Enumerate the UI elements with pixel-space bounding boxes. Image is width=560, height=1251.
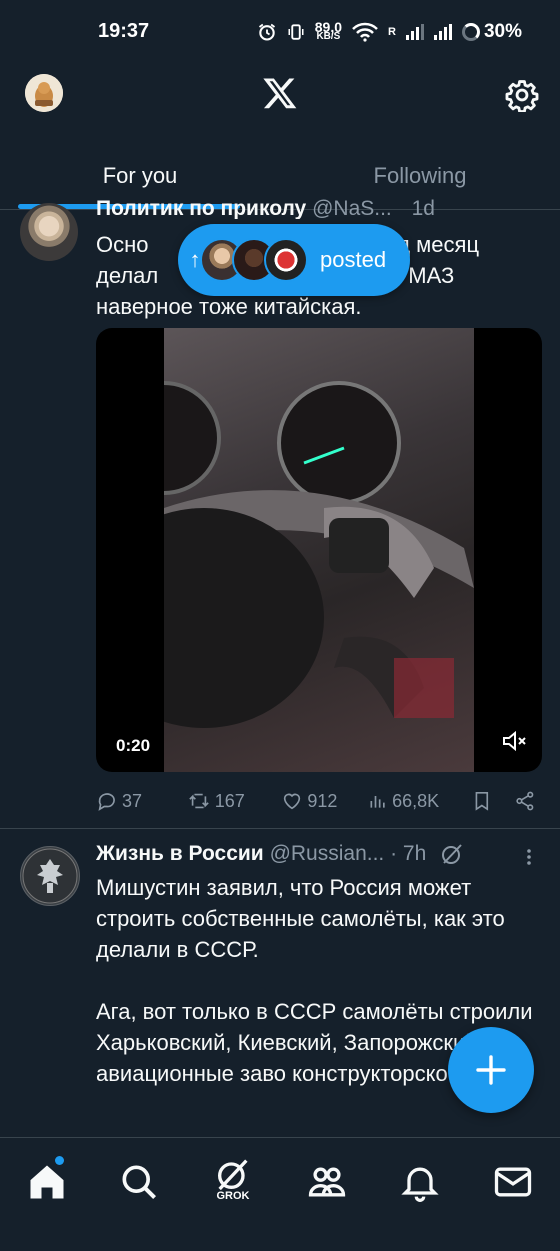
tweet-time[interactable]: · 7h (390, 842, 426, 865)
tweet-author-handle[interactable]: @Russian... (270, 842, 385, 865)
profile-avatar[interactable] (25, 74, 63, 112)
tweet-author-avatar[interactable] (20, 203, 78, 261)
x-logo-icon[interactable] (262, 75, 298, 111)
views-count: 66,8K (392, 790, 440, 811)
tweet-actions: 37 167 912 66,8K (96, 786, 536, 816)
tweet-author-handle[interactable]: @NaS... (312, 197, 392, 219)
roaming-indicator: R (388, 26, 396, 38)
wifi-icon (352, 22, 378, 42)
battery-icon (461, 23, 480, 41)
vibrate-icon (288, 24, 304, 40)
status-time: 19:37 (98, 20, 150, 42)
network-speed: 89,0 KB/S (315, 20, 342, 42)
nav-notifications[interactable] (398, 1160, 442, 1204)
coat-of-arms-icon (22, 848, 78, 904)
views-icon (370, 796, 385, 808)
new-posts-pill[interactable]: ↑ posted (178, 224, 410, 296)
nav-home[interactable] (25, 1160, 69, 1204)
bottom-navigation: GROK (0, 1137, 560, 1251)
steering-wheel-image (96, 381, 474, 728)
nav-grok[interactable]: GROK (211, 1154, 255, 1202)
speed-unit: KB/S (316, 31, 341, 42)
share-icon[interactable] (514, 790, 536, 812)
video-frame (96, 328, 474, 772)
signal-icon-2 (433, 24, 452, 40)
repost-icon (188, 793, 209, 809)
pill-avatar (264, 238, 308, 282)
bell-icon (401, 1167, 439, 1202)
home-notification-dot (55, 1156, 64, 1165)
signal-icon (405, 24, 424, 40)
video-duration: 0:20 (116, 736, 151, 755)
plus-icon (476, 1055, 506, 1085)
grok-badge-icon[interactable] (440, 842, 464, 866)
tweet-text-line: МАЗ (408, 263, 455, 288)
grok-label: GROK (216, 1190, 250, 1202)
tweet-header: Политик по приколу @NaS... 1d (96, 197, 526, 219)
tweet-paragraph: Мишустин заявил, что Россия может строит… (96, 875, 505, 962)
heart-icon (284, 793, 301, 810)
like-button[interactable]: 912 (281, 790, 368, 812)
nav-communities[interactable] (305, 1160, 349, 1204)
reply-button[interactable]: 37 (96, 790, 187, 812)
tweet-time[interactable]: 1d (412, 197, 435, 219)
bookmark-icon[interactable] (471, 790, 493, 812)
status-bar: 19:37 89,0 KB/S R 30% (0, 0, 560, 62)
posted-label: posted (320, 247, 387, 272)
battery-level: 30% (483, 21, 522, 42)
tweet-divider (0, 828, 560, 829)
tweet-author-avatar[interactable] (20, 846, 80, 906)
tweet-text-line: делал (96, 263, 159, 288)
views-button[interactable]: 66,8K (368, 790, 471, 812)
nav-search[interactable] (117, 1160, 161, 1204)
reply-count: 37 (122, 790, 143, 811)
tweet-header: Жизнь в России @Russian... · 7h (96, 842, 526, 868)
more-options-icon[interactable] (520, 846, 538, 868)
gear-icon[interactable] (505, 78, 539, 112)
compose-button[interactable] (448, 1027, 534, 1113)
tweet-text-line: Осно (96, 232, 149, 257)
tweet-video[interactable]: 0:20 (96, 328, 542, 772)
tweet-author-name[interactable]: Политик по приколу (96, 197, 306, 219)
alarm-icon (258, 23, 275, 41)
tweet-author-name[interactable]: Жизнь в России (96, 842, 264, 865)
repost-count: 167 (214, 790, 245, 811)
nav-messages[interactable] (491, 1160, 535, 1204)
repost-button[interactable]: 167 (187, 790, 282, 812)
tweet-text-line: наверное тоже китайская. (96, 294, 362, 319)
search-icon (122, 1165, 157, 1200)
home-icon (30, 1165, 64, 1199)
mute-icon[interactable] (502, 730, 528, 752)
mail-icon (494, 1167, 532, 1197)
communities-icon (308, 1167, 346, 1197)
reply-icon (98, 793, 115, 811)
avatar-image (25, 74, 63, 112)
grok-icon (218, 1159, 248, 1191)
like-count: 912 (307, 790, 338, 811)
status-icons: 89,0 KB/S R 30% (257, 18, 522, 46)
